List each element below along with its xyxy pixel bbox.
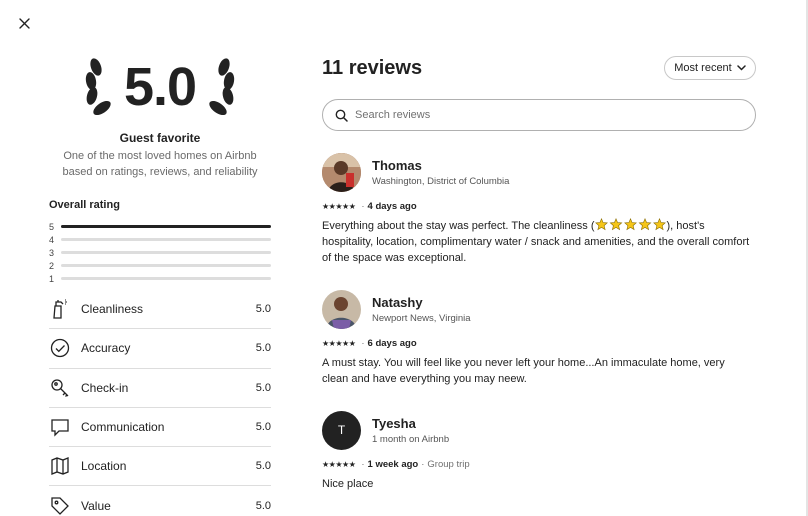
check-circle-icon <box>49 337 71 359</box>
laurel-right-icon <box>209 58 235 116</box>
price-tag-icon <box>49 495 71 516</box>
review-stars: ★★★★★ <box>322 202 356 211</box>
key-icon <box>49 377 71 399</box>
review-text: A must stay. You will feel like you neve… <box>322 357 725 385</box>
reviewer-location: Newport News, Virginia <box>372 312 471 324</box>
distribution-star-label: 2 <box>49 260 55 271</box>
category-location: Location 5.0 <box>49 447 271 487</box>
category-label: Communication <box>81 420 165 435</box>
avatar[interactable] <box>322 289 361 329</box>
review-meta: ★★★★★ · 1 week ago · Group trip <box>322 459 752 470</box>
reviews-count-title: 11 reviews <box>322 57 423 79</box>
search-icon <box>335 109 348 122</box>
category-value: 5.0 <box>255 460 271 473</box>
review-item: Thomas Washington, District of Columbia … <box>322 152 752 266</box>
distribution-row: 1 <box>49 272 271 285</box>
distribution-row: 4 <box>49 233 271 246</box>
guest-favorite-subtitle: One of the most loved homes on Airbnb ba… <box>62 150 258 178</box>
distribution-bar <box>61 251 271 254</box>
category-value: 5.0 <box>255 342 271 355</box>
distribution-bar <box>61 238 271 241</box>
category-value: 5.0 <box>255 381 271 394</box>
reviewer-location: Washington, District of Columbia <box>372 175 510 187</box>
avatar-initial: T <box>337 423 346 437</box>
spray-bottle-icon <box>49 298 71 320</box>
category-communication: Communication 5.0 <box>49 408 271 448</box>
separator-dot: · <box>361 338 365 349</box>
chat-bubble-icon <box>49 416 71 438</box>
map-icon <box>49 455 71 477</box>
avatar[interactable]: T <box>322 410 361 450</box>
category-value: Value 5.0 <box>49 486 271 516</box>
category-ratings: Cleanliness 5.0 Accuracy 5.0 Check-in 5.… <box>49 290 271 516</box>
review-text: Everything about the stay was perfect. T… <box>322 218 752 266</box>
reviewer-membership: 1 month on Airbnb <box>372 433 450 445</box>
review-stars: ★★★★★ <box>322 339 356 348</box>
category-label: Check-in <box>81 380 129 395</box>
category-check-in: Check-in 5.0 <box>49 369 271 408</box>
distribution-bar <box>61 225 271 228</box>
category-label: Accuracy <box>81 341 131 356</box>
review-header: Thomas Washington, District of Columbia <box>322 152 752 192</box>
star-emoji-icons <box>594 218 666 231</box>
distribution-row: 5 <box>49 220 271 233</box>
category-label: Location <box>81 459 127 474</box>
reviewer-name[interactable]: Natashy <box>372 295 471 310</box>
category-cleanliness: Cleanliness 5.0 <box>49 290 271 330</box>
search-reviews-input[interactable] <box>355 109 735 121</box>
review-date: 1 week ago <box>367 459 419 470</box>
sort-label: Most recent <box>674 62 732 74</box>
sort-dropdown[interactable]: Most recent <box>664 56 756 80</box>
review-item: T Tyesha 1 month on Airbnb ★★★★★ · 1 wee… <box>322 410 752 492</box>
chevron-down-icon <box>736 65 746 71</box>
review-meta: ★★★★★ · 6 days ago <box>322 338 752 349</box>
avatar[interactable] <box>322 152 361 192</box>
distribution-row: 2 <box>49 259 271 272</box>
category-label: Cleanliness <box>81 302 144 317</box>
trip-type: Group trip <box>427 459 470 470</box>
review-text: Nice place <box>322 478 374 490</box>
review-date: 4 days ago <box>367 201 417 212</box>
distribution-bar <box>61 277 271 280</box>
review-header: T Tyesha 1 month on Airbnb <box>322 410 752 450</box>
guest-favorite-title: Guest favorite <box>119 131 201 145</box>
rating-distribution: 5 4 3 2 1 <box>49 220 271 285</box>
guest-favorite-badge: 5.0 <box>49 52 271 122</box>
separator-dot: · <box>361 459 365 470</box>
distribution-star-label: 5 <box>49 221 55 232</box>
close-icon <box>18 17 30 29</box>
category-value: 5.0 <box>255 421 271 434</box>
review-stars: ★★★★★ <box>322 460 356 469</box>
overall-score: 5.0 <box>123 57 197 117</box>
review-text-part: Everything about the stay was perfect. T… <box>322 220 595 232</box>
distribution-star-label: 3 <box>49 247 55 258</box>
distribution-star-label: 1 <box>49 273 55 284</box>
separator-dot: · <box>361 201 365 212</box>
category-label: Value <box>81 499 111 514</box>
search-reviews-field[interactable] <box>322 99 756 131</box>
review-meta: ★★★★★ · 4 days ago <box>322 201 752 212</box>
distribution-bar <box>61 264 271 267</box>
review-date: 6 days ago <box>367 338 417 349</box>
category-value: 5.0 <box>255 303 271 316</box>
laurel-left-icon <box>85 58 111 116</box>
overall-rating-title: Overall rating <box>49 199 120 211</box>
distribution-star-label: 4 <box>49 234 55 245</box>
close-button[interactable] <box>14 13 34 33</box>
separator-dot: · <box>421 459 425 470</box>
category-accuracy: Accuracy 5.0 <box>49 329 271 369</box>
distribution-row: 3 <box>49 246 271 259</box>
review-item: Natashy Newport News, Virginia ★★★★★ · 6… <box>322 289 752 387</box>
reviewer-name[interactable]: Thomas <box>372 158 509 173</box>
distribution-bar-fill <box>61 225 271 228</box>
review-header: Natashy Newport News, Virginia <box>322 289 752 329</box>
category-value: 5.0 <box>255 500 271 513</box>
reviewer-name[interactable]: Tyesha <box>372 416 449 431</box>
